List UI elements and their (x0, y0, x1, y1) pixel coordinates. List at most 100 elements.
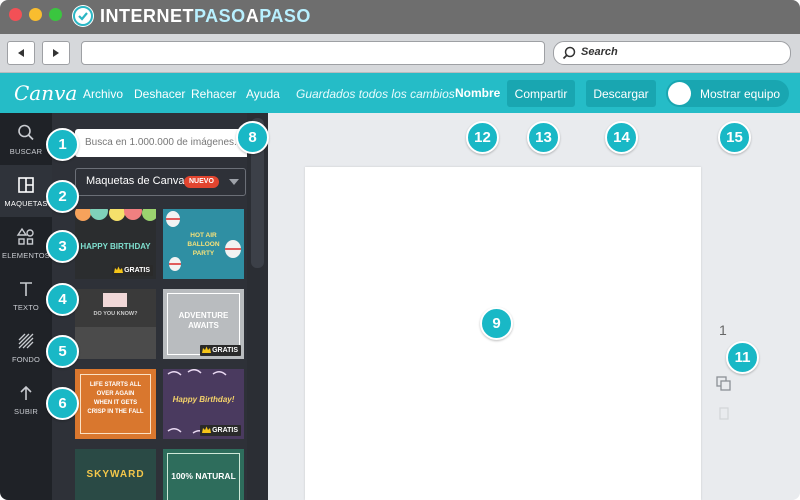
free-badge: GRATIS (200, 345, 241, 356)
download-button[interactable]: Descargar (586, 80, 656, 107)
template-card[interactable]: LIFE STARTS ALL OVER AGAIN WHEN IT GETS … (75, 369, 156, 439)
toggle-knob (668, 82, 691, 105)
template-card[interactable]: 100% NATURAL (163, 449, 244, 500)
template-text: DO YOU KNOW? (93, 311, 138, 317)
delete-page-icon[interactable] (719, 406, 729, 420)
forward-button[interactable] (42, 41, 70, 65)
sidebar-item-elementos[interactable]: ELEMENTOS (0, 217, 52, 269)
share-button[interactable]: Compartir (507, 80, 575, 107)
sidebar-item-maquetas[interactable]: MAQUETAS (0, 165, 52, 217)
sidebar-item-texto[interactable]: TEXTO (0, 269, 52, 321)
show-team-toggle[interactable]: Mostrar equipo (666, 80, 789, 107)
forward-arrow-icon (53, 49, 59, 57)
annotation-marker-14: 14 (605, 121, 638, 154)
search-placeholder: Search (581, 46, 618, 58)
crown-icon (202, 426, 212, 433)
text-icon (20, 282, 32, 296)
free-badge-label: GRATIS (124, 267, 150, 274)
free-badge-label: GRATIS (212, 427, 238, 434)
balloons-graphic (75, 209, 156, 221)
site-name-part: PASO (194, 6, 246, 26)
annotation-marker-3: 3 (46, 230, 79, 263)
template-source-dropdown[interactable]: Maquetas de Canva NUEVO (75, 168, 246, 196)
save-status: Guardados todos los cambios (296, 87, 455, 101)
chevron-down-icon (229, 179, 239, 185)
browser-search-field[interactable]: Search (553, 41, 791, 65)
menu-archivo[interactable]: Archivo (83, 87, 123, 101)
template-text: 100% NATURAL (171, 471, 236, 481)
template-text: HOT AIR BALLOON PARTY (187, 232, 220, 257)
close-window-button[interactable] (9, 8, 22, 21)
tools-sidebar: BUSCAR MAQUETAS ELEMENTOS TEXTO FONDO SU… (0, 113, 52, 500)
free-badge-label: GRATIS (212, 347, 238, 354)
annotation-marker-1: 1 (46, 128, 79, 161)
annotation-marker-11: 11 (726, 341, 759, 374)
annotation-marker-6: 6 (46, 387, 79, 420)
sidebar-item-fondo[interactable]: FONDO (0, 321, 52, 373)
sidebar-item-label: FONDO (11, 355, 41, 364)
annotation-marker-9: 9 (480, 307, 513, 340)
photo-graphic (103, 293, 127, 307)
annotation-marker-15: 15 (718, 121, 751, 154)
annotation-marker-4: 4 (46, 283, 79, 316)
site-name-part: PASO (259, 6, 311, 26)
sidebar-item-label: ELEMENTOS (2, 251, 50, 260)
upload-icon (20, 385, 32, 400)
minimize-window-button[interactable] (29, 8, 42, 21)
sidebar-item-label: BUSCAR (9, 147, 43, 156)
address-bar[interactable] (81, 41, 545, 65)
back-arrow-icon (18, 49, 24, 57)
template-card[interactable]: Happy Birthday! GRATIS (163, 369, 244, 439)
template-card[interactable]: HAPPY BIRTHDAY GRATIS (75, 209, 156, 279)
templates-panel: Busca en 1.000.000 de imágenes... Maquet… (52, 113, 296, 500)
search-icon (18, 124, 34, 141)
template-card[interactable]: SKYWARD (75, 449, 156, 500)
template-card[interactable]: DO YOU KNOW? (75, 289, 156, 359)
template-text: ADVENTURE AWAITS (178, 311, 229, 330)
sidebar-item-buscar[interactable]: BUSCAR (0, 113, 52, 165)
show-team-label: Mostrar equipo (700, 87, 781, 101)
annotation-marker-5: 5 (46, 335, 79, 368)
sidebar-item-label: MAQUETAS (4, 199, 48, 208)
annotation-marker-12: 12 (466, 121, 499, 154)
site-name-part: A (245, 6, 260, 26)
maximize-window-button[interactable] (49, 8, 62, 21)
template-card[interactable]: HOT AIR BALLOON PARTY (163, 209, 244, 279)
template-text: Happy Birthday! (172, 395, 235, 404)
new-badge: NUEVO (184, 176, 219, 188)
menu-deshacer[interactable]: Deshacer (134, 87, 185, 101)
background-icon (18, 333, 34, 349)
layouts-icon (18, 177, 34, 193)
sidebar-item-label: SUBIR (14, 407, 38, 416)
template-text: SKYWARD (86, 469, 145, 480)
menu-ayuda[interactable]: Ayuda (246, 87, 280, 101)
photo-graphic (75, 327, 156, 359)
sidebar-item-label: TEXTO (13, 303, 39, 312)
free-badge: GRATIS (200, 425, 241, 436)
site-logo-icon (72, 5, 94, 27)
site-name: INTERNETPASOAPASO (100, 6, 311, 27)
annotation-marker-2: 2 (46, 180, 79, 213)
sidebar-item-subir[interactable]: SUBIR (0, 373, 52, 425)
annotation-marker-13: 13 (527, 121, 560, 154)
annotation-marker-8: 8 (236, 121, 269, 154)
page-number: 1 (719, 322, 727, 338)
canva-header: Canva Archivo Deshacer Rehacer Ayuda Gua… (0, 73, 800, 113)
template-text: LIFE STARTS ALL OVER AGAIN WHEN IT GETS … (87, 382, 144, 415)
shapes-icon (16, 227, 34, 245)
back-button[interactable] (7, 41, 35, 65)
design-name[interactable]: Nombre (455, 86, 500, 100)
crown-icon (114, 266, 124, 273)
template-card[interactable]: ADVENTURE AWAITS GRATIS (163, 289, 244, 359)
browser-window: INTERNETPASOAPASO Search Canva Archivo D… (0, 0, 800, 500)
canva-logo[interactable]: Canva (14, 81, 77, 105)
crown-icon (202, 346, 212, 353)
dropdown-label: Maquetas de Canva (86, 175, 185, 187)
duplicate-page-icon[interactable] (716, 376, 732, 392)
menu-rehacer[interactable]: Rehacer (191, 87, 236, 101)
browser-toolbar: Search (0, 34, 800, 73)
free-badge: GRATIS (112, 265, 153, 276)
template-text: HAPPY BIRTHDAY (80, 242, 151, 251)
site-name-part: INTERNET (100, 6, 194, 26)
search-icon (562, 46, 576, 60)
